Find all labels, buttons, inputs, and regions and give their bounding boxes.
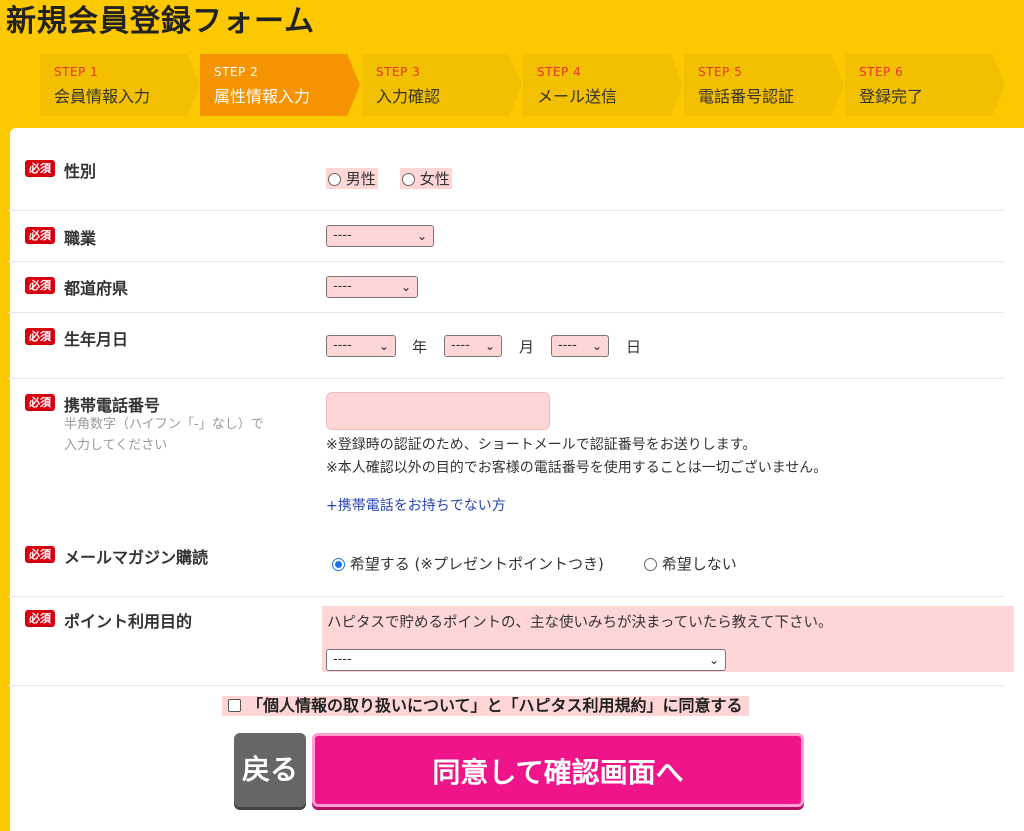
step-number: STEP 4	[537, 65, 582, 79]
gender-row	[8, 146, 1004, 211]
occupation-row	[8, 211, 1004, 262]
mobile-note-1: ※登録時の認証のため、ショートメールで認証番号をお送りします。	[326, 437, 757, 453]
gender-male-radio[interactable]	[328, 173, 341, 186]
required-badge: 必須	[25, 328, 55, 345]
step-number: STEP 3	[376, 65, 421, 79]
newsletter-yes-radio[interactable]	[332, 558, 345, 571]
required-badge: 必須	[25, 546, 55, 563]
newsletter-yes-option[interactable]: 希望する (※プレゼントポイントつき)	[332, 553, 604, 574]
birth-year-select[interactable]: ---- ⌄	[326, 335, 396, 357]
occupation-selected: ----	[333, 228, 352, 243]
day-unit: 日	[626, 338, 642, 356]
step-label: 入力確認	[376, 87, 441, 106]
newsletter-no-radio[interactable]	[644, 558, 657, 571]
newsletter-label: メールマガジン購読	[64, 548, 209, 567]
mobile-sub-note: 半角数字（ハイフン「-」なし）で 入力してください	[64, 414, 304, 456]
confirm-button[interactable]: 同意して確認画面へ	[312, 733, 804, 807]
birth-month-select[interactable]: ---- ⌄	[444, 335, 502, 357]
step-progress: STEP 1 会員情報入力 STEP 2 属性情報入力 STEP 3 入力確認 …	[0, 52, 1024, 120]
step-3: STEP 3 入力確認	[362, 54, 522, 116]
prefecture-selected: ----	[333, 279, 352, 294]
step-label: 登録完了	[859, 87, 924, 106]
month-unit: 月	[519, 338, 535, 356]
no-phone-link[interactable]: +携帯電話をお持ちでない方	[326, 495, 506, 515]
agreement-checkbox[interactable]	[228, 699, 241, 712]
chevron-down-icon: ⌄	[484, 339, 495, 353]
agreement-option[interactable]: 「個人情報の取り扱いについて」と「ハピタス利用規約」に同意する	[222, 696, 749, 716]
chevron-down-icon: ⌄	[416, 229, 427, 243]
chevron-down-icon: ⌄	[708, 653, 719, 667]
step-number: STEP 6	[859, 65, 904, 79]
newsletter-no-option[interactable]: 希望しない	[644, 553, 737, 574]
step-number: STEP 1	[54, 65, 99, 79]
birth-day-select[interactable]: ---- ⌄	[551, 335, 609, 357]
gender-male-label: 男性	[345, 170, 376, 188]
mobile-note-2: ※本人確認以外の目的でお客様の電話番号を使用することは一切ございません。	[326, 460, 828, 476]
point-purpose-select[interactable]: ---- ⌄	[326, 649, 726, 671]
point-purpose-label: ポイント利用目的	[64, 612, 193, 631]
mobile-label: 携帯電話番号	[64, 396, 161, 415]
birth-month-selected: ----	[451, 338, 470, 353]
step-2: STEP 2 属性情報入力	[200, 54, 360, 116]
newsletter-no-label: 希望しない	[661, 555, 737, 573]
chevron-down-icon: ⌄	[400, 280, 411, 294]
step-number: STEP 2	[214, 65, 259, 79]
prefecture-label: 都道府県	[64, 279, 129, 298]
occupation-label: 職業	[64, 229, 97, 248]
mobile-sub-note-line2: 入力してください	[64, 438, 168, 453]
chevron-down-icon: ⌄	[591, 339, 602, 353]
step-6: STEP 6 登録完了	[845, 54, 1005, 116]
gender-label: 性別	[64, 162, 97, 181]
newsletter-yes-label: 希望する (※プレゼントポイントつき)	[349, 555, 604, 573]
gender-female-label: 女性	[419, 170, 450, 188]
required-badge: 必須	[25, 394, 55, 411]
agreement-label: 「個人情報の取り扱いについて」と「ハピタス利用規約」に同意する	[247, 696, 743, 715]
step-label: 属性情報入力	[214, 87, 311, 106]
mobile-sub-note-line1: 半角数字（ハイフン「-」なし）で	[64, 417, 264, 432]
birthdate-row	[8, 313, 1004, 379]
chevron-down-icon: ⌄	[378, 339, 389, 353]
mobile-input[interactable]	[326, 392, 550, 430]
birth-day-selected: ----	[558, 338, 577, 353]
step-label: 会員情報入力	[54, 87, 151, 106]
birth-year-selected: ----	[333, 338, 352, 353]
birthdate-label: 生年月日	[64, 330, 129, 349]
step-5: STEP 5 電話番号認証	[684, 54, 844, 116]
step-label: メール送信	[537, 87, 618, 106]
gender-male-option[interactable]: 男性	[326, 168, 378, 189]
prefecture-row	[8, 262, 1004, 313]
gender-female-option[interactable]: 女性	[400, 168, 452, 189]
year-unit: 年	[412, 338, 428, 356]
required-badge: 必須	[25, 277, 55, 294]
required-badge: 必須	[25, 610, 55, 627]
occupation-select[interactable]: ---- ⌄	[326, 225, 434, 247]
prefecture-select[interactable]: ---- ⌄	[326, 276, 418, 298]
required-badge: 必須	[25, 160, 55, 177]
required-badge: 必須	[25, 227, 55, 244]
page-title: 新規会員登録フォーム	[6, 4, 316, 39]
step-4: STEP 4 メール送信	[523, 54, 683, 116]
gender-female-radio[interactable]	[402, 173, 415, 186]
point-purpose-description: ハピタスで貯めるポイントの、主な使いみちが決まっていたら教えて下さい。	[327, 615, 833, 631]
back-button[interactable]: 戻る	[234, 733, 306, 807]
step-1: STEP 1 会員情報入力	[40, 54, 200, 116]
step-label: 電話番号認証	[698, 87, 795, 106]
point-purpose-selected: ----	[333, 652, 352, 667]
step-number: STEP 5	[698, 65, 743, 79]
